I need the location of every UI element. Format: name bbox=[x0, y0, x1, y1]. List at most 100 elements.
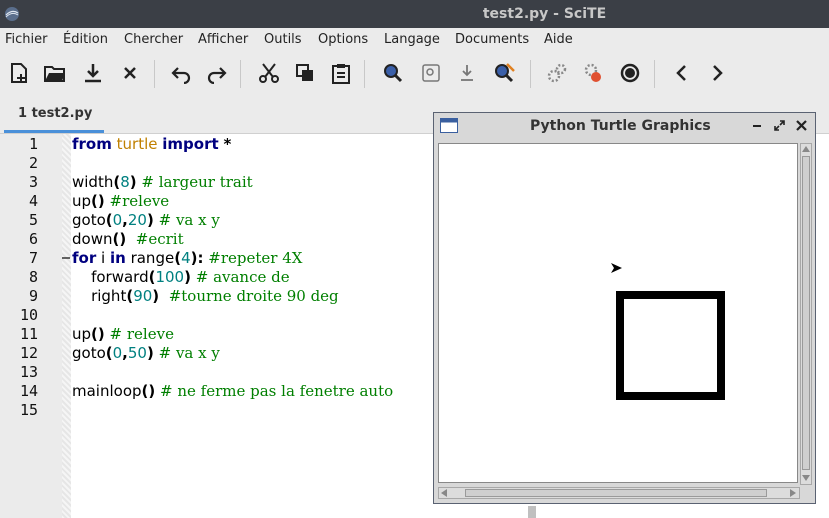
code-line-9: right(90) #tourne droite 90 deg bbox=[72, 287, 339, 305]
menu-options[interactable]: Options bbox=[318, 32, 368, 47]
function-name: mainloop bbox=[72, 382, 142, 400]
find-in-files-icon[interactable] bbox=[418, 60, 444, 86]
next-icon[interactable] bbox=[704, 60, 730, 86]
function-name: goto bbox=[72, 344, 106, 362]
comment: # avance de bbox=[195, 268, 290, 286]
keyword: from bbox=[72, 135, 112, 153]
fold-marker-icon[interactable] bbox=[62, 253, 70, 263]
operator: ( bbox=[105, 344, 113, 362]
menu-afficher[interactable]: Afficher bbox=[198, 32, 248, 47]
code-line-11: up() # releve bbox=[72, 325, 174, 343]
operator: ) bbox=[184, 268, 191, 286]
maximize-icon[interactable] bbox=[774, 120, 785, 131]
turtle-graphics-window: Python Turtle Graphics bbox=[433, 112, 816, 504]
prev-icon[interactable] bbox=[669, 60, 695, 86]
code-line-14: mainloop() # ne ferme pas la fenetre aut… bbox=[72, 382, 393, 400]
menu-aide[interactable]: Aide bbox=[544, 32, 573, 47]
tab-test2-py[interactable]: 1 test2.py bbox=[4, 96, 104, 133]
drawn-square bbox=[616, 291, 725, 400]
comment: # largeur trait bbox=[141, 173, 253, 191]
compile-icon[interactable] bbox=[544, 60, 570, 86]
operator: * bbox=[223, 135, 232, 153]
toolbar-separator bbox=[530, 60, 531, 88]
vertical-scroll-thumb[interactable] bbox=[802, 156, 810, 470]
number: 20 bbox=[127, 211, 147, 229]
menu-chercher[interactable]: Chercher bbox=[124, 32, 183, 47]
open-file-icon[interactable] bbox=[42, 60, 68, 86]
horizontal-scroll-thumb[interactable] bbox=[465, 489, 767, 497]
number: 50 bbox=[127, 344, 147, 362]
copy-icon[interactable] bbox=[292, 60, 318, 86]
jump-icon[interactable] bbox=[454, 60, 480, 86]
redo-icon[interactable] bbox=[204, 60, 230, 86]
scroll-right-arrow-icon[interactable] bbox=[789, 489, 797, 497]
scroll-down-arrow-icon[interactable] bbox=[802, 474, 810, 482]
number: 8 bbox=[120, 173, 130, 191]
horizontal-scrollbar[interactable] bbox=[438, 487, 800, 499]
vertical-scrollbar[interactable] bbox=[800, 143, 812, 485]
comment: # ne ferme pas la fenetre auto bbox=[160, 382, 394, 400]
code-line-4: up() #releve bbox=[72, 192, 169, 210]
line-number: 3 bbox=[28, 173, 38, 191]
turtle-canvas[interactable] bbox=[438, 143, 798, 483]
line-number: 8 bbox=[28, 268, 38, 286]
save-icon[interactable] bbox=[80, 60, 106, 86]
close-icon[interactable] bbox=[117, 60, 143, 86]
number: 90 bbox=[133, 287, 153, 305]
number: 0 bbox=[112, 211, 123, 229]
menu-documents[interactable]: Documents bbox=[455, 32, 529, 47]
paste-icon[interactable] bbox=[328, 60, 354, 86]
function-name: up bbox=[72, 192, 92, 210]
function-name: right bbox=[91, 287, 127, 305]
line-number: 13 bbox=[19, 363, 38, 381]
menu-langage[interactable]: Langage bbox=[384, 32, 440, 47]
new-file-icon[interactable] bbox=[6, 60, 32, 86]
comment: # va x y bbox=[158, 344, 220, 362]
menu-bar: Fichier Édition Chercher Afficher Outils… bbox=[0, 28, 829, 52]
identifier: i bbox=[101, 249, 106, 267]
line-number-gutter: 1 2 3 4 5 6 7 8 9 10 11 12 13 14 15 bbox=[0, 134, 62, 518]
comment: #ecrit bbox=[135, 230, 184, 248]
function-name: forward bbox=[91, 268, 149, 286]
find-icon[interactable] bbox=[380, 60, 406, 86]
window-icon bbox=[440, 118, 458, 133]
cut-icon[interactable] bbox=[256, 60, 282, 86]
code-line-12: goto(0,50) # va x y bbox=[72, 344, 220, 362]
editor-scrollbar-fragment bbox=[528, 506, 536, 518]
function-name: up bbox=[72, 325, 92, 343]
comment: # va x y bbox=[158, 211, 220, 229]
scroll-up-arrow-icon[interactable] bbox=[802, 145, 810, 153]
code-line-6: down() #ecrit bbox=[72, 230, 184, 248]
code-line-8: forward(100) # avance de bbox=[72, 268, 290, 286]
keyword: in bbox=[109, 249, 126, 267]
turtle-window-titlebar[interactable]: Python Turtle Graphics bbox=[434, 113, 815, 139]
menu-outils[interactable]: Outils bbox=[264, 32, 302, 47]
minimize-icon[interactable] bbox=[752, 121, 762, 131]
menu-fichier[interactable]: Fichier bbox=[5, 32, 48, 47]
turtle-cursor-icon bbox=[611, 263, 622, 273]
function-name: down bbox=[72, 230, 113, 248]
code-line-1: from turtle import * bbox=[72, 135, 231, 153]
comment: #releve bbox=[109, 192, 170, 210]
comment: #repeter 4X bbox=[208, 249, 303, 267]
line-number: 2 bbox=[28, 154, 38, 172]
window-close-icon[interactable] bbox=[796, 120, 807, 131]
operator: ) bbox=[146, 344, 154, 362]
line-number: 14 bbox=[19, 382, 38, 400]
operator: ) bbox=[146, 211, 154, 229]
code-line-5: goto(0,20) # va x y bbox=[72, 211, 220, 229]
undo-icon[interactable] bbox=[168, 60, 194, 86]
turtle-window-title: Python Turtle Graphics bbox=[530, 118, 711, 134]
tab-active-indicator bbox=[4, 130, 104, 133]
build-run-icon[interactable] bbox=[580, 60, 606, 86]
stop-icon[interactable] bbox=[617, 60, 643, 86]
line-number: 9 bbox=[28, 287, 38, 305]
replace-icon[interactable] bbox=[492, 60, 518, 86]
comment: # releve bbox=[109, 325, 174, 343]
operator: ( bbox=[105, 211, 113, 229]
line-number: 1 bbox=[28, 135, 38, 153]
scroll-left-arrow-icon[interactable] bbox=[440, 489, 448, 497]
operator: ) bbox=[152, 287, 160, 305]
menu-edition[interactable]: Édition bbox=[63, 32, 108, 47]
line-number: 11 bbox=[19, 325, 38, 343]
